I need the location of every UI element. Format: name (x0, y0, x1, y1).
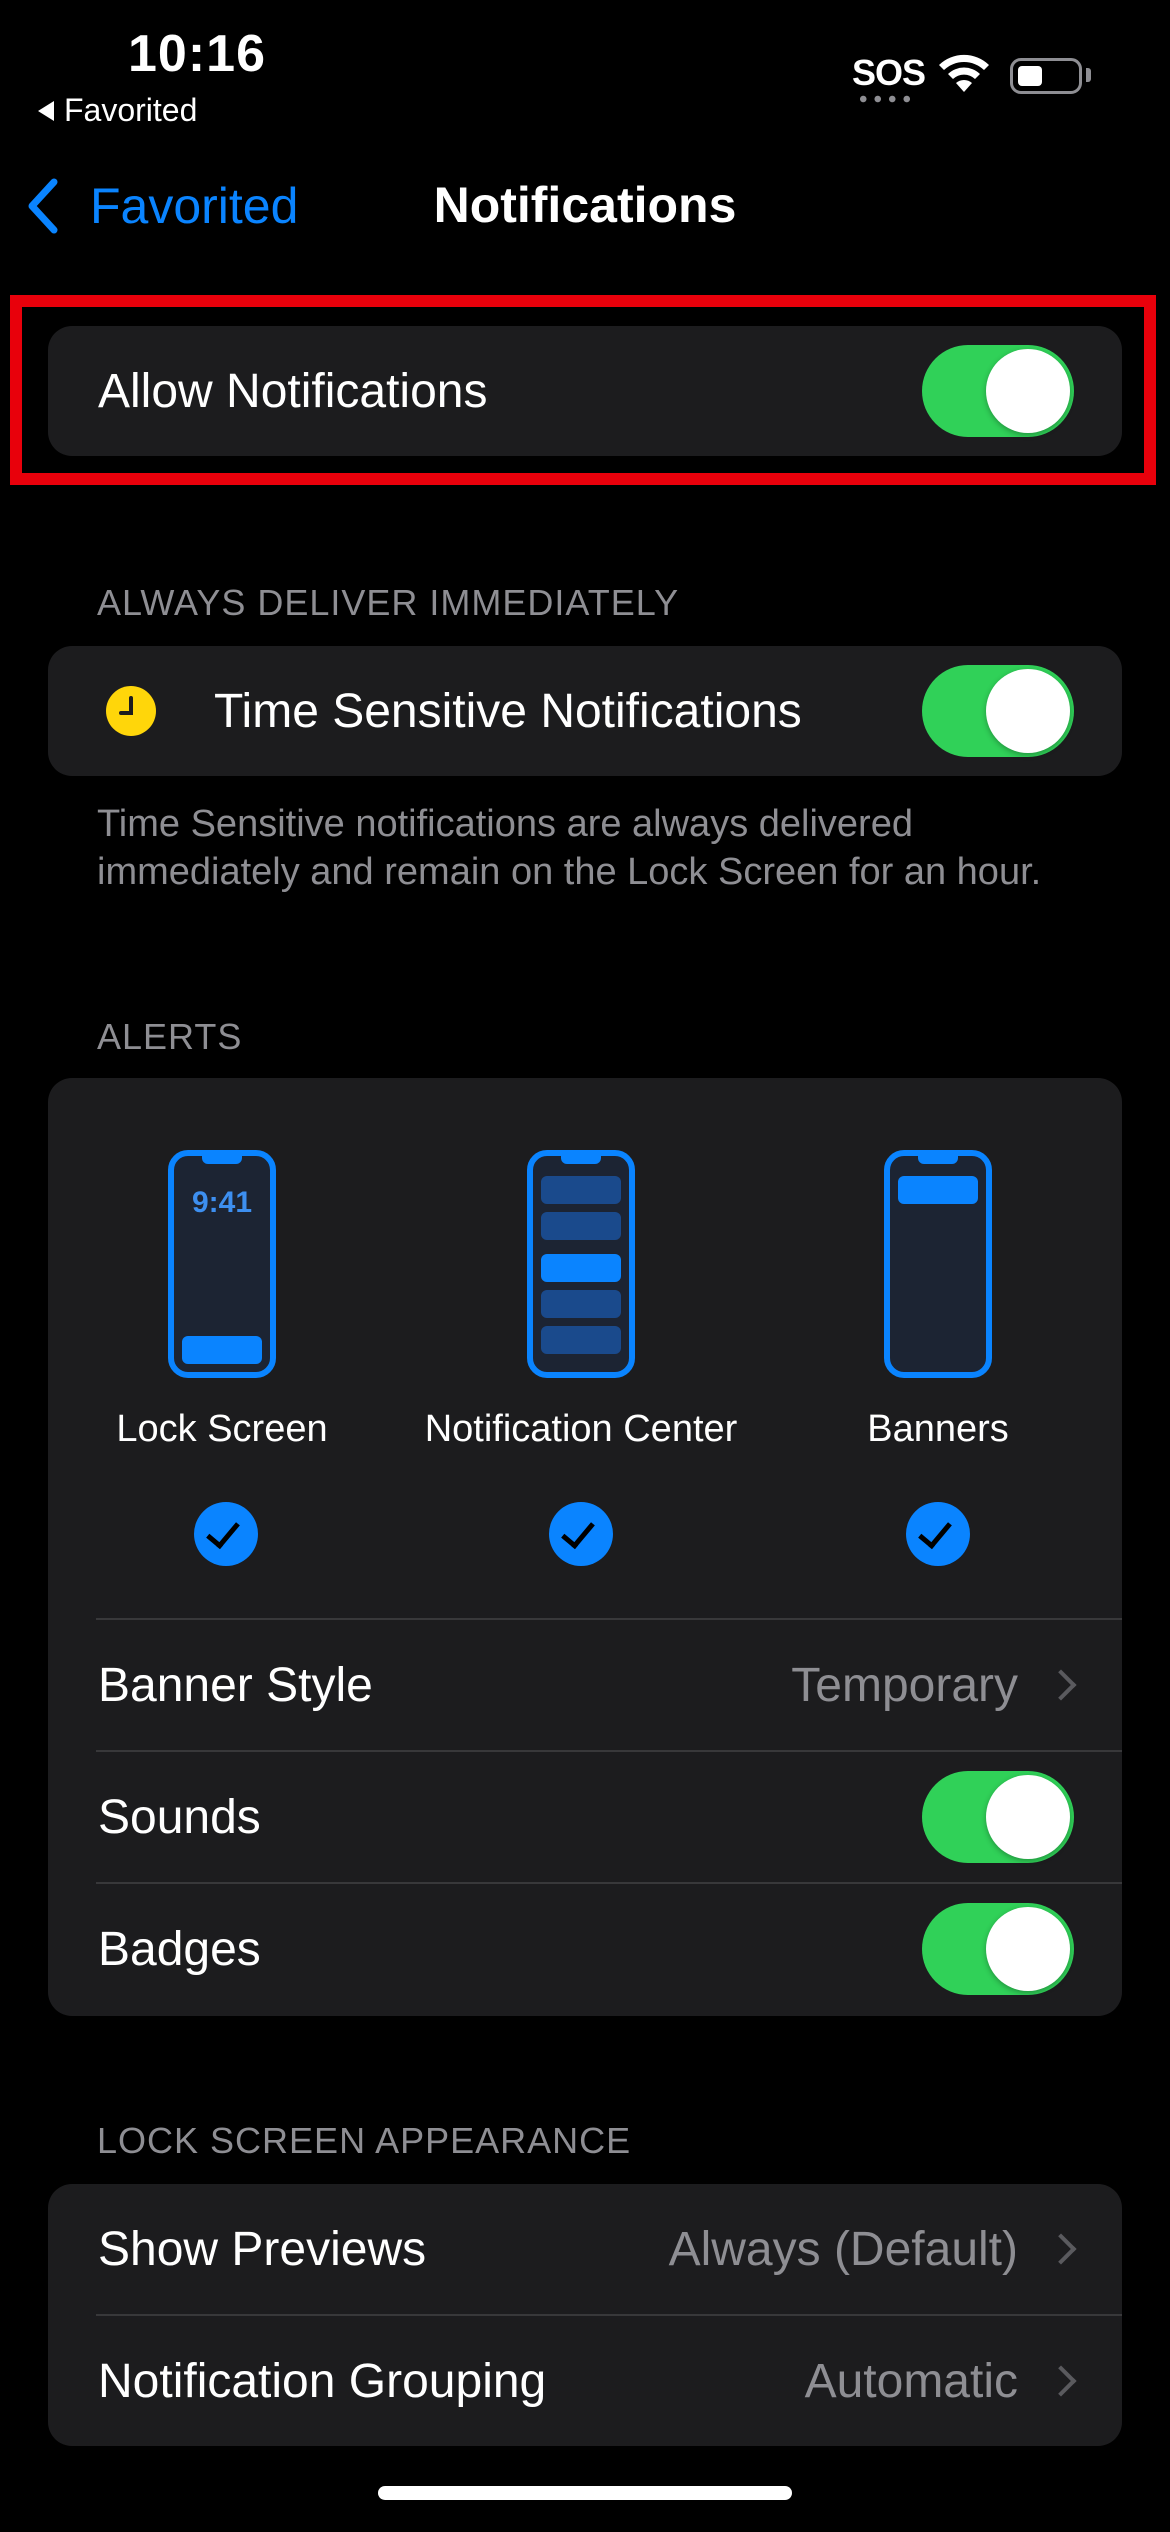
sounds-row: Sounds (48, 1752, 1122, 1882)
banner-style-value: Temporary (791, 1658, 1018, 1712)
show-previews-value: Always (Default) (668, 2222, 1018, 2276)
banners-check-icon (906, 1502, 970, 1566)
sos-indicator: SOS (852, 52, 926, 93)
lock-screen-preview-time: 9:41 (191, 1186, 253, 1219)
home-indicator[interactable] (378, 2486, 792, 2500)
alert-option-notification-center[interactable]: Notification Center (405, 1078, 765, 1598)
back-button-label: Favorited (90, 178, 299, 234)
banners-label: Banners (867, 1408, 1009, 1450)
badges-toggle[interactable] (922, 1903, 1074, 1995)
show-previews-label: Show Previews (98, 2222, 427, 2276)
battery-icon (1010, 58, 1082, 94)
back-to-app-link[interactable]: Favorited (38, 92, 197, 129)
banner-style-row[interactable]: Banner Style Temporary (48, 1620, 1122, 1750)
alert-option-lock-screen[interactable]: 9:41 Lock Screen (48, 1078, 408, 1598)
highlight-box (10, 295, 1156, 485)
lock-screen-phone-icon: 9:41 (168, 1150, 276, 1378)
sounds-label: Sounds (98, 1790, 261, 1844)
chevron-right-icon (1045, 2365, 1077, 2397)
back-app-label: Favorited (64, 92, 198, 128)
time-sensitive-footer: Time Sensitive notifications are always … (97, 803, 1042, 893)
back-button[interactable]: Favorited (24, 176, 298, 236)
badges-row: Badges (48, 1884, 1122, 2014)
badges-label: Badges (98, 1922, 261, 1976)
time-sensitive-group: Time Sensitive Notifications (48, 646, 1122, 776)
lock-screen-check-icon (194, 1502, 258, 1566)
banners-phone-icon (884, 1150, 992, 1378)
notification-grouping-value: Automatic (804, 2354, 1018, 2408)
alert-option-banners[interactable]: Banners (762, 1078, 1122, 1598)
sounds-toggle[interactable] (922, 1771, 1074, 1863)
time-sensitive-toggle[interactable] (922, 665, 1074, 757)
notification-grouping-label: Notification Grouping (98, 2354, 547, 2408)
lock-screen-label: Lock Screen (116, 1408, 328, 1450)
battery-cap (1086, 68, 1091, 82)
alerts-group: 9:41 Lock Screen Notification Center Ban… (48, 1078, 1122, 2016)
chevron-right-icon (1045, 2233, 1077, 2265)
notification-grouping-row[interactable]: Notification Grouping Automatic (48, 2316, 1122, 2446)
back-triangle-icon (38, 100, 54, 121)
toggle-knob (986, 1775, 1070, 1859)
toggle-knob (986, 669, 1070, 753)
section-header-deliver: ALWAYS DELIVER IMMEDIATELY (97, 582, 680, 623)
clock-icon (106, 686, 156, 736)
time-sensitive-label: Time Sensitive Notifications (214, 684, 802, 738)
banner-style-label: Banner Style (98, 1658, 373, 1712)
lock-screen-appearance-group: Show Previews Always (Default) Notificat… (48, 2184, 1122, 2446)
status-time: 10:16 (128, 25, 266, 83)
notification-center-label: Notification Center (424, 1408, 738, 1450)
section-header-lock-screen: LOCK SCREEN APPEARANCE (97, 2120, 632, 2161)
section-header-alerts: ALERTS (97, 1016, 243, 1057)
wifi-icon (939, 54, 989, 92)
signal-dots-icon (856, 95, 914, 103)
notification-center-phone-icon (527, 1150, 635, 1378)
chevron-left-icon (28, 178, 58, 234)
toggle-knob (986, 1907, 1070, 1991)
time-sensitive-row: Time Sensitive Notifications (48, 646, 1122, 776)
chevron-right-icon (1045, 1669, 1077, 1701)
notification-center-check-icon (549, 1502, 613, 1566)
show-previews-row[interactable]: Show Previews Always (Default) (48, 2184, 1122, 2314)
